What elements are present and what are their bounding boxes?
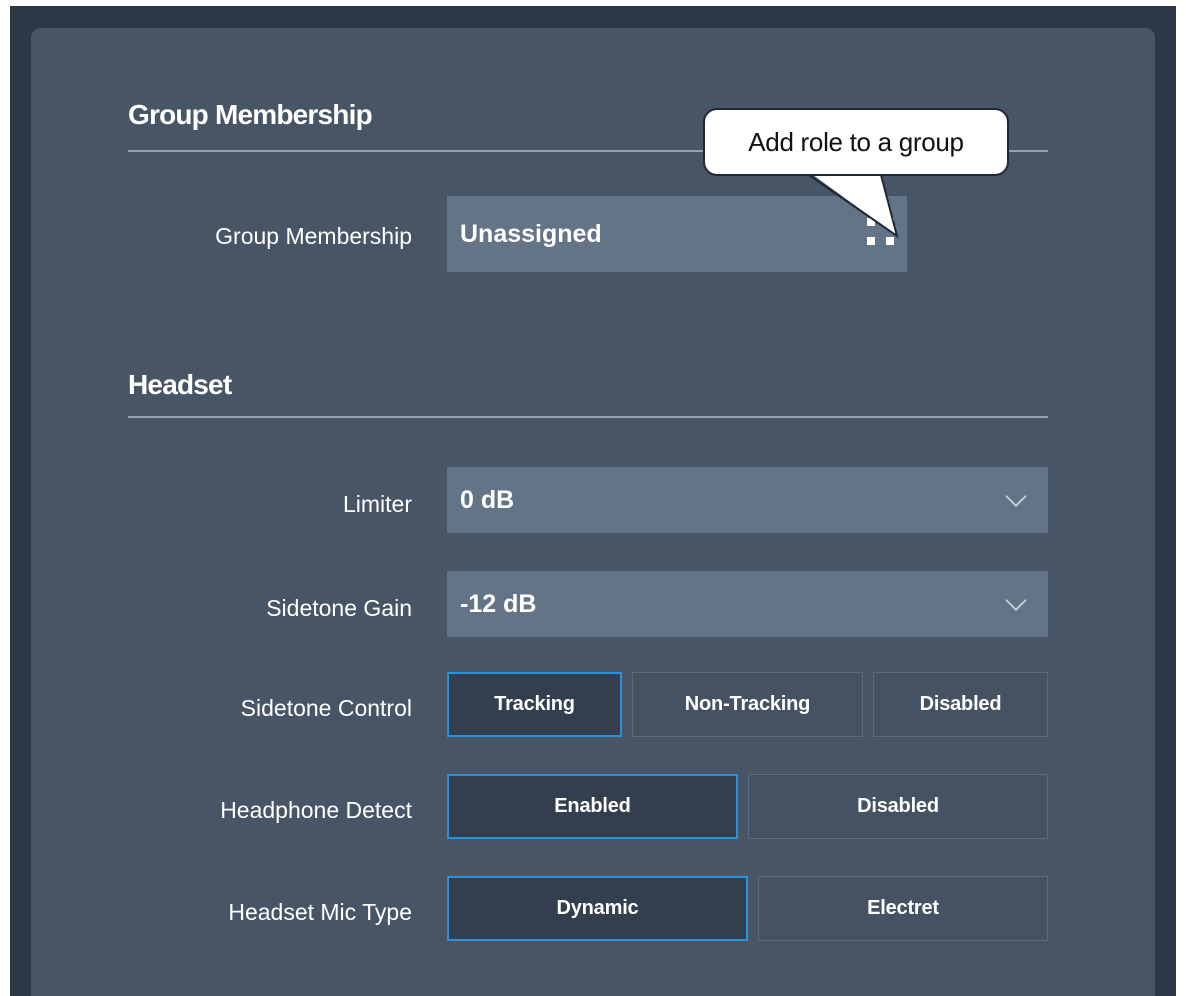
- group-membership-value: Unassigned: [460, 219, 602, 248]
- group-membership-label: Group Membership: [215, 223, 412, 249]
- headset-section-divider: [128, 416, 1048, 418]
- sidetone-control-label: Sidetone Control: [240, 695, 412, 721]
- sidetone-control-option-disabled[interactable]: Disabled: [873, 672, 1048, 737]
- app-frame: Group Membership Group Membership Unassi…: [10, 6, 1176, 996]
- headset-mic-type-option-electret[interactable]: Electret: [758, 876, 1048, 941]
- sidetone-control-option-non-tracking[interactable]: Non-Tracking: [632, 672, 863, 737]
- sidetone-control-segmented: Tracking Non-Tracking Disabled: [447, 672, 1048, 737]
- headset-mic-type-label: Headset Mic Type: [228, 899, 412, 925]
- sidetone-gain-label: Sidetone Gain: [266, 595, 412, 621]
- headset-mic-type-option-dynamic[interactable]: Dynamic: [447, 876, 748, 941]
- headphone-detect-option-disabled[interactable]: Disabled: [748, 774, 1048, 839]
- settings-panel: Group Membership Group Membership Unassi…: [31, 28, 1155, 996]
- sidetone-gain-dropdown[interactable]: -12 dB: [447, 571, 1048, 637]
- sidetone-gain-value: -12 dB: [460, 589, 537, 618]
- tooltip-text: Add role to a group: [748, 126, 964, 157]
- sidetone-control-option-tracking[interactable]: Tracking: [447, 672, 622, 737]
- headset-section-title: Headset: [128, 369, 232, 400]
- group-membership-section-title: Group Membership: [128, 99, 373, 130]
- tooltip-pointer: [808, 172, 899, 239]
- headphone-detect-option-enabled[interactable]: Enabled: [447, 774, 738, 839]
- limiter-value: 0 dB: [460, 485, 515, 514]
- headset-mic-type-segmented: Dynamic Electret: [447, 876, 1048, 941]
- chevron-down-icon: [1005, 495, 1027, 507]
- headphone-detect-segmented: Enabled Disabled: [447, 774, 1048, 839]
- chevron-down-icon: [1005, 599, 1027, 611]
- add-role-tooltip: Add role to a group: [703, 108, 1009, 176]
- headphone-detect-label: Headphone Detect: [220, 797, 412, 823]
- limiter-dropdown[interactable]: 0 dB: [447, 467, 1048, 533]
- limiter-label: Limiter: [342, 491, 412, 517]
